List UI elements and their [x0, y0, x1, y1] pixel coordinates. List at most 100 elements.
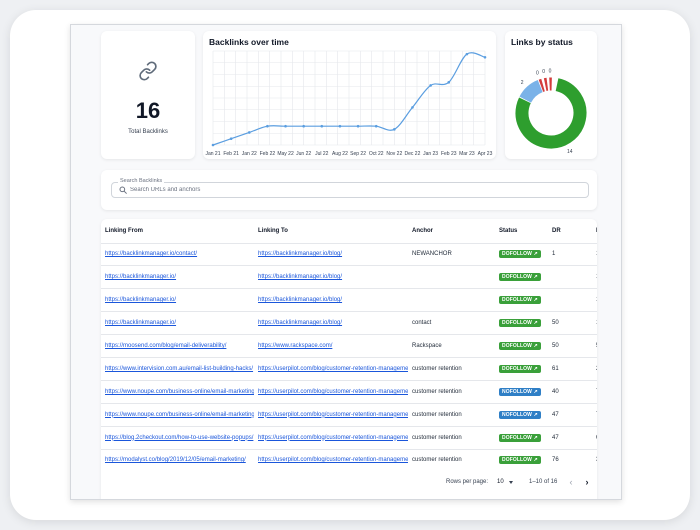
table-row[interactable]: https://www.noupe.com/business-online/em…	[101, 380, 597, 404]
anchor-cell	[408, 265, 495, 290]
x-tick-label: Jun 22	[296, 151, 311, 157]
status-badge: DOFOLLOW ↗	[499, 250, 541, 259]
table-row[interactable]: https://blog.2checkout.com/how-to-use-we…	[101, 426, 597, 450]
linking-to-link[interactable]: https://userpilot.com/blog/customer-rete…	[254, 426, 408, 450]
next-page-button[interactable]: ›	[582, 477, 592, 487]
linking-to-link[interactable]: https://backlinkmanager.io/blog/	[254, 288, 408, 313]
table-row[interactable]: https://www.intervision.com.au/email-lis…	[101, 357, 597, 381]
data-point[interactable]	[211, 143, 215, 147]
column-header-linking-to[interactable]: Linking To	[254, 219, 408, 244]
link-icon	[139, 61, 157, 81]
x-tick-label: Aug 22	[332, 151, 348, 157]
app-window: 16 Total Backlinks Backlinks over time J…	[70, 24, 622, 500]
data-point[interactable]	[320, 124, 324, 128]
d-cell: 13	[592, 311, 597, 336]
linking-to-link[interactable]: https://www.rackspace.com/	[254, 334, 408, 358]
column-header-dr[interactable]: DR	[548, 219, 592, 244]
external-link-icon: ↗	[531, 343, 538, 349]
dr-cell: 50	[548, 311, 592, 336]
x-tick-label: Feb 21	[223, 151, 239, 157]
table-row[interactable]: https://backlinkmanager.io/https://backl…	[101, 288, 597, 313]
linking-from-link[interactable]: https://backlinkmanager.io/	[101, 265, 254, 290]
x-tick-label: Dec 22	[405, 151, 421, 157]
data-point[interactable]	[393, 128, 396, 131]
d-cell: 13	[592, 288, 597, 313]
x-tick-label: Feb 22	[260, 151, 276, 157]
status-badge: DOFOLLOW ↗	[499, 296, 541, 305]
anchor-cell: contact	[408, 311, 495, 336]
dr-cell	[548, 265, 592, 290]
dr-cell: 40	[548, 380, 592, 404]
external-link-icon: ↗	[531, 297, 538, 304]
column-header-d[interactable]: D	[592, 219, 597, 244]
total-backlinks-card: 16 Total Backlinks	[101, 31, 195, 159]
status-badge: DOFOLLOW ↗	[499, 319, 541, 328]
previous-page-button[interactable]: ‹	[566, 477, 576, 487]
anchor-cell: Rackspace	[408, 334, 495, 358]
anchor-cell: customer retention	[408, 380, 495, 404]
status-badge: DOFOLLOW ↗	[499, 273, 541, 282]
data-point[interactable]	[447, 81, 451, 84]
chevron-down-icon[interactable]	[509, 481, 513, 484]
backlinks-line-chart: Jan 21 Feb 21 Jan 22 Feb 22 May 22 Jun 22 Jul …	[205, 50, 493, 157]
total-backlinks-value: 16	[135, 98, 161, 123]
search-input[interactable]	[130, 184, 570, 196]
search-icon	[119, 186, 127, 194]
search-field[interactable]: Search Backlinks	[111, 178, 589, 198]
page-range: 1–10 of 16	[529, 479, 558, 485]
external-link-icon: ↗	[531, 251, 538, 258]
linking-to-link[interactable]: https://backlinkmanager.io/blog/	[254, 243, 408, 267]
linking-from-link[interactable]: https://www.noupe.com/business-online/em…	[101, 380, 254, 404]
status-badge: NOFOLLOW ↗	[499, 387, 541, 396]
external-link-icon: ↗	[531, 274, 538, 281]
data-point[interactable]	[284, 124, 287, 128]
data-point[interactable]	[302, 124, 305, 128]
x-tick-label: Jul 22	[315, 151, 329, 157]
linking-to-link[interactable]: https://backlinkmanager.io/blog/	[254, 265, 408, 290]
linking-from-link[interactable]: https://blog.2checkout.com/how-to-use-we…	[101, 426, 254, 450]
data-point[interactable]	[374, 124, 378, 128]
data-point[interactable]	[247, 131, 251, 134]
linking-from-link[interactable]: https://www.intervision.com.au/email-lis…	[101, 357, 254, 381]
d-cell: 13	[592, 265, 597, 290]
table-row[interactable]: https://www.noupe.com/business-online/em…	[101, 403, 597, 427]
status-badge: DOFOLLOW ↗	[499, 342, 541, 350]
data-point[interactable]	[465, 52, 469, 56]
d-cell: 54	[592, 334, 597, 358]
data-point[interactable]	[338, 124, 342, 128]
table-row[interactable]: https://backlinkmanager.io/https://backl…	[101, 311, 597, 336]
table-row[interactable]: https://backlinkmanager.io/https://backl…	[101, 265, 597, 290]
pagination: Rows per page: 10 1–10 of 16 ‹ ›	[101, 469, 597, 499]
linking-from-link[interactable]: https://backlinkmanager.io/	[101, 311, 254, 336]
data-point[interactable]	[411, 106, 414, 109]
data-point[interactable]	[483, 55, 487, 59]
external-link-icon: ↗	[531, 320, 538, 327]
x-tick-label: May 22	[277, 151, 294, 157]
linking-to-link[interactable]: https://userpilot.com/blog/customer-rete…	[254, 403, 408, 427]
linking-from-link[interactable]: https://moosend.com/blog/email-deliverab…	[101, 334, 254, 358]
data-point[interactable]	[229, 137, 233, 141]
column-header-linking-from[interactable]: Linking From	[101, 219, 254, 244]
rows-per-page-select[interactable]: 10	[497, 479, 504, 485]
anchor-cell	[408, 288, 495, 313]
table-header-row: Linking From Linking To Anchor Status DR…	[101, 219, 597, 244]
linking-to-link[interactable]: https://backlinkmanager.io/blog/	[254, 311, 408, 336]
data-point[interactable]	[429, 84, 432, 87]
table-row[interactable]: https://backlinkmanager.io/contact/https…	[101, 243, 597, 267]
linking-from-link[interactable]: https://backlinkmanager.io/	[101, 288, 254, 313]
d-cell: 73	[592, 380, 597, 404]
linking-to-link[interactable]: https://userpilot.com/blog/customer-rete…	[254, 357, 408, 381]
linking-to-link[interactable]: https://userpilot.com/blog/customer-rete…	[254, 380, 408, 404]
column-header-status[interactable]: Status	[495, 219, 548, 244]
data-point[interactable]	[356, 124, 360, 128]
column-header-anchor[interactable]: Anchor	[408, 219, 495, 244]
linking-from-link[interactable]: https://backlinkmanager.io/contact/	[101, 243, 254, 267]
d-cell: 20	[592, 357, 597, 381]
d-cell: 73	[592, 403, 597, 427]
table-row[interactable]: https://moosend.com/blog/email-deliverab…	[101, 334, 597, 358]
data-point[interactable]	[266, 124, 269, 128]
status-badge: DOFOLLOW ↗	[499, 433, 541, 442]
linking-from-link[interactable]: https://www.noupe.com/business-online/em…	[101, 403, 254, 427]
anchor-cell: customer retention	[408, 357, 495, 381]
dr-cell: 1	[548, 243, 592, 267]
